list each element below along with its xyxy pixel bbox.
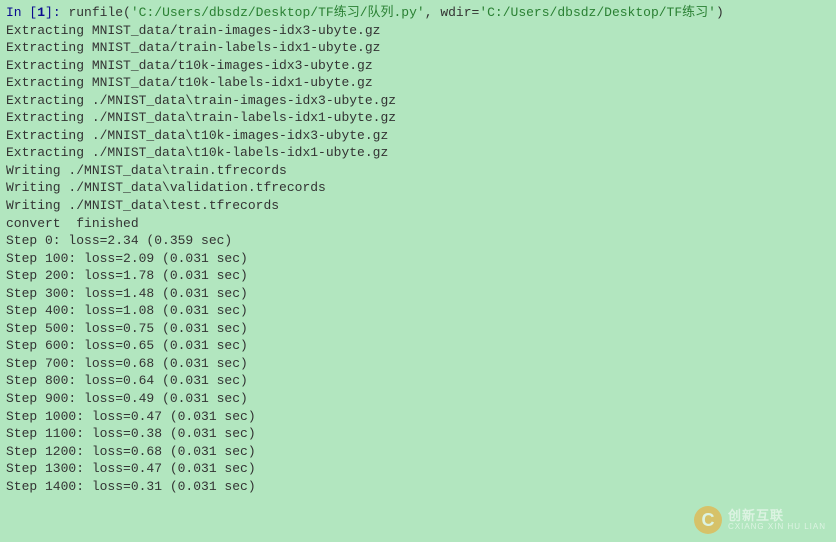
output-line: Step 800: loss=0.64 (0.031 sec) xyxy=(6,372,830,390)
output-line: Step 100: loss=2.09 (0.031 sec) xyxy=(6,250,830,268)
func-call: runfile xyxy=(68,5,123,20)
watermark-py: CXIANG XIN HU LIAN xyxy=(728,523,826,531)
output-line: Step 1000: loss=0.47 (0.031 sec) xyxy=(6,408,830,426)
output-line: Extracting MNIST_data/train-images-idx3-… xyxy=(6,22,830,40)
watermark-text: 创新互联 CXIANG XIN HU LIAN xyxy=(728,509,826,531)
comma: , xyxy=(425,5,441,20)
output-line: Extracting MNIST_data/t10k-labels-idx1-u… xyxy=(6,74,830,92)
arg-path-1: 'C:/Users/dbsdz/Desktop/TF练习/队列.py' xyxy=(131,5,425,20)
watermark: C 创新互联 CXIANG XIN HU LIAN xyxy=(694,506,826,534)
output-line: Extracting ./MNIST_data\t10k-labels-idx1… xyxy=(6,144,830,162)
output-line: Step 300: loss=1.48 (0.031 sec) xyxy=(6,285,830,303)
output-line: convert finished xyxy=(6,215,830,233)
output-line: Extracting MNIST_data/t10k-images-idx3-u… xyxy=(6,57,830,75)
prompt-in: In [ xyxy=(6,5,37,20)
output-line: Extracting ./MNIST_data\t10k-images-idx3… xyxy=(6,127,830,145)
kwarg-wdir: wdir= xyxy=(440,5,479,20)
arg-path-2: 'C:/Users/dbsdz/Desktop/TF练习' xyxy=(479,5,716,20)
prompt-suffix: ]: xyxy=(45,5,68,20)
output-line: Extracting ./MNIST_data\train-labels-idx… xyxy=(6,109,830,127)
paren-close: ) xyxy=(716,5,724,20)
output-line: Step 400: loss=1.08 (0.031 sec) xyxy=(6,302,830,320)
output-line: Step 1400: loss=0.31 (0.031 sec) xyxy=(6,478,830,496)
output-line: Writing ./MNIST_data\train.tfrecords xyxy=(6,162,830,180)
output-line: Step 900: loss=0.49 (0.031 sec) xyxy=(6,390,830,408)
output-line: Step 0: loss=2.34 (0.359 sec) xyxy=(6,232,830,250)
output-line: Step 500: loss=0.75 (0.031 sec) xyxy=(6,320,830,338)
output-line: Step 600: loss=0.65 (0.031 sec) xyxy=(6,337,830,355)
output-line: Step 1100: loss=0.38 (0.031 sec) xyxy=(6,425,830,443)
output-line: Step 200: loss=1.78 (0.031 sec) xyxy=(6,267,830,285)
output-line: Extracting ./MNIST_data\train-images-idx… xyxy=(6,92,830,110)
paren-open: ( xyxy=(123,5,131,20)
watermark-logo-icon: C xyxy=(694,506,722,534)
output-line: Step 1300: loss=0.47 (0.031 sec) xyxy=(6,460,830,478)
prompt-number: 1 xyxy=(37,5,45,20)
watermark-cn: 创新互联 xyxy=(728,509,826,523)
output-line: Extracting MNIST_data/train-labels-idx1-… xyxy=(6,39,830,57)
output-line: Step 700: loss=0.68 (0.031 sec) xyxy=(6,355,830,373)
output-line: Writing ./MNIST_data\test.tfrecords xyxy=(6,197,830,215)
input-prompt-line: In [1]: runfile('C:/Users/dbsdz/Desktop/… xyxy=(6,4,830,22)
output-line: Step 1200: loss=0.68 (0.031 sec) xyxy=(6,443,830,461)
output-line: Writing ./MNIST_data\validation.tfrecord… xyxy=(6,179,830,197)
